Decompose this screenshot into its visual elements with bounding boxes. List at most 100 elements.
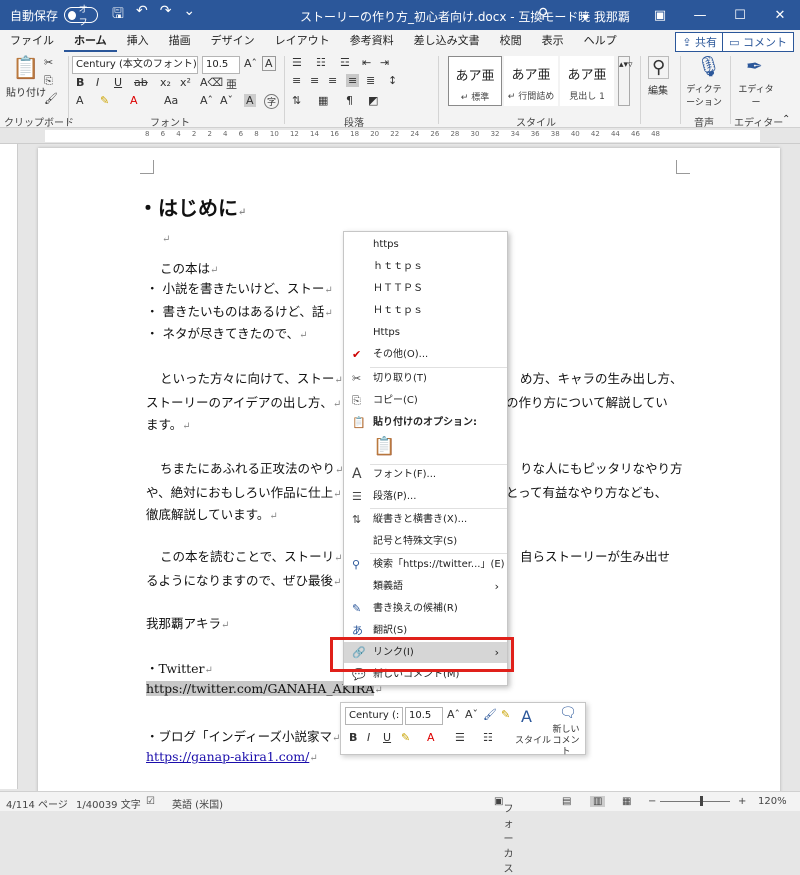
doc-line[interactable]: ます。↵ <box>146 414 191 433</box>
collapse-ribbon-icon[interactable]: ⌃ <box>782 114 790 125</box>
doc-line[interactable]: この本は↵ <box>160 258 218 277</box>
mini-numbering-icon[interactable]: ☷ <box>483 731 493 744</box>
doc-line[interactable]: ・ ネタが尽きてきたので、↵ <box>146 323 308 342</box>
mini-grow-font-icon[interactable]: Aˆ <box>447 708 460 721</box>
paste-button[interactable]: 貼り付け <box>6 84 46 99</box>
text-effect-icon[interactable]: A <box>76 94 84 107</box>
zoom-slider[interactable] <box>660 801 730 802</box>
tab-layout[interactable]: レイアウト <box>265 30 340 52</box>
phonetic-guide-icon[interactable]: 亜 <box>226 76 237 92</box>
close-icon[interactable]: ✕ <box>760 8 800 23</box>
justify-icon[interactable]: ≡ <box>346 74 360 87</box>
vertical-ruler[interactable] <box>0 144 18 789</box>
borders-icon[interactable]: ▦ <box>318 94 328 107</box>
grow-font-icon[interactable]: Aˆ <box>244 57 257 70</box>
doc-line[interactable]: ちまたにあふれる正攻法のやり りな人にもピッタリなやり方 ↵ <box>160 458 683 477</box>
doc-line[interactable]: ・ 小説を書きたいけど、ストー↵ <box>146 278 333 297</box>
doc-line[interactable]: https://ganap-akira1.com/↵ <box>146 749 318 764</box>
mini-format-painter-icon[interactable]: 🖌 <box>483 708 497 721</box>
rewrite-item[interactable]: ✎ 書き換えの候補(R) <box>344 598 507 619</box>
doc-line[interactable]: ・Twitter↵ <box>146 658 213 677</box>
spelling-suggestion-1[interactable]: https <box>344 234 507 255</box>
cut-item[interactable]: ✂ 切り取り(T) <box>344 368 507 389</box>
word-count[interactable]: 1/40039 文字 <box>76 796 141 811</box>
grow-size-icon[interactable]: Aˆ <box>200 94 213 107</box>
paste-keep-text-item[interactable]: 📋 <box>344 436 507 462</box>
bold-icon[interactable]: B <box>76 76 84 89</box>
tab-file[interactable]: ファイル <box>0 30 64 52</box>
page-count[interactable]: 4/114 ページ <box>6 796 68 811</box>
mini-style-button[interactable]: スタイル <box>515 733 551 746</box>
spelling-suggestion-5[interactable]: Https <box>344 322 507 343</box>
proofing-icon[interactable]: ☑ <box>146 796 155 807</box>
spelling-suggestion-4[interactable]: Ｈｔｔｐｓ <box>344 300 507 321</box>
mini-underline-icon[interactable]: U <box>383 731 391 744</box>
font-size-input[interactable]: 10.5 <box>202 56 240 74</box>
redo-icon[interactable]: ↷ <box>160 3 172 27</box>
numbering-icon[interactable]: ☷ <box>316 56 326 69</box>
tab-help[interactable]: ヘルプ <box>574 30 627 52</box>
line-spacing-icon[interactable]: ↕ <box>388 74 397 87</box>
synonyms-item[interactable]: 類義語 › <box>344 576 507 597</box>
text-direction-item[interactable]: ⇅ 縦書きと横書き(X)... <box>344 509 507 530</box>
copy-icon[interactable]: ⎘ <box>44 74 53 88</box>
tab-design[interactable]: デザイン <box>201 30 265 52</box>
editor-button[interactable]: エディター <box>736 82 776 108</box>
search-icon[interactable]: ⚲ <box>538 6 548 22</box>
font-item[interactable]: A フォント(F)... <box>344 464 507 485</box>
mini-highlight-icon[interactable]: ✎ <box>401 731 410 744</box>
font-color-icon[interactable]: A <box>130 94 138 107</box>
shading-icon[interactable]: ◩ <box>368 94 378 107</box>
mini-font-name-input[interactable]: Century (: <box>345 707 403 725</box>
underline-icon[interactable]: U <box>114 76 122 89</box>
mini-bullets-icon[interactable]: ☰ <box>455 731 465 744</box>
mini-shrink-font-icon[interactable]: Aˇ <box>465 708 478 721</box>
mini-new-comment-icon[interactable]: 🗨 <box>559 705 577 721</box>
zoom-level[interactable]: 120% <box>758 796 787 807</box>
maximize-icon[interactable]: ☐ <box>720 8 760 23</box>
cut-icon[interactable]: ✂ <box>44 56 53 69</box>
search-item[interactable]: ⚲ 検索「https://twitter...」(E) <box>344 554 507 575</box>
shrink-size-icon[interactable]: Aˇ <box>220 94 233 107</box>
tab-view[interactable]: 表示 <box>532 30 574 52</box>
doc-line[interactable]: といった方々に向けて、ストー め方、キャラの生み出し方、 ↵ <box>160 368 683 387</box>
share-button[interactable]: ⇪ 共有 <box>675 32 724 52</box>
show-marks-icon[interactable]: ¶ <box>346 94 353 107</box>
more-suggestions-item[interactable]: ✔ その他(O)... <box>344 344 507 365</box>
ribbon-display-icon[interactable]: ▣ <box>640 8 680 23</box>
symbols-item[interactable]: 記号と特殊文字(S) <box>344 531 507 552</box>
mini-style-icon[interactable]: A <box>521 707 532 726</box>
spelling-suggestion-2[interactable]: ｈｔｔｐｓ <box>344 256 507 277</box>
char-border-icon[interactable]: A <box>262 56 276 71</box>
align-center-icon[interactable]: ≡ <box>310 74 319 87</box>
customize-qat-icon[interactable]: ⌄ <box>183 3 195 27</box>
paragraph-item[interactable]: ☰ 段落(P)... <box>344 486 507 507</box>
change-case-icon[interactable]: Aa <box>164 94 178 107</box>
zoom-slider-thumb[interactable] <box>700 796 703 806</box>
enclose-char-icon[interactable]: 字 <box>264 94 280 109</box>
read-mode-icon[interactable]: ▤ <box>562 796 571 807</box>
align-left-icon[interactable]: ≡ <box>292 74 301 87</box>
mini-font-color-icon[interactable]: A <box>427 731 435 744</box>
print-layout-icon[interactable]: ▥ <box>590 796 606 807</box>
subscript-icon[interactable]: x₂ <box>160 76 171 89</box>
tab-references[interactable]: 参考資料 <box>340 30 404 52</box>
copy-item[interactable]: ⎘ コピー(C) <box>344 390 507 411</box>
spelling-suggestion-3[interactable]: ＨＴＴＰＳ <box>344 278 507 299</box>
edit-button[interactable]: 編集 <box>648 82 668 97</box>
format-painter-icon[interactable]: 🖌 <box>44 92 58 105</box>
undo-icon[interactable]: ↶ <box>136 3 148 27</box>
doc-line[interactable]: ・ブログ「インディーズ小説家マ↵ <box>146 726 340 745</box>
doc-line[interactable]: 徹底解説しています。↵ <box>146 504 278 523</box>
mini-italic-icon[interactable]: I <box>367 731 370 744</box>
editor-icon[interactable]: ✒ <box>746 54 763 78</box>
distributed-icon[interactable]: ≣ <box>366 74 375 87</box>
doc-heading[interactable]: ・はじめに↵ <box>138 192 246 221</box>
horizontal-ruler[interactable]: 8 6 4 2 2 4 6 8 10 12 14 16 18 20 22 24 26 28 30 32 34 36 38 40… <box>0 128 800 144</box>
dictation-button[interactable]: ディクテーション <box>684 82 724 108</box>
font-name-input[interactable]: Century (本文のフォント) <box>72 56 198 74</box>
bullets-icon[interactable]: ☰ <box>292 56 302 69</box>
paste-icon[interactable]: 📋 <box>12 56 39 81</box>
italic-icon[interactable]: I <box>96 76 99 89</box>
strikethrough-icon[interactable]: ab <box>134 76 148 89</box>
